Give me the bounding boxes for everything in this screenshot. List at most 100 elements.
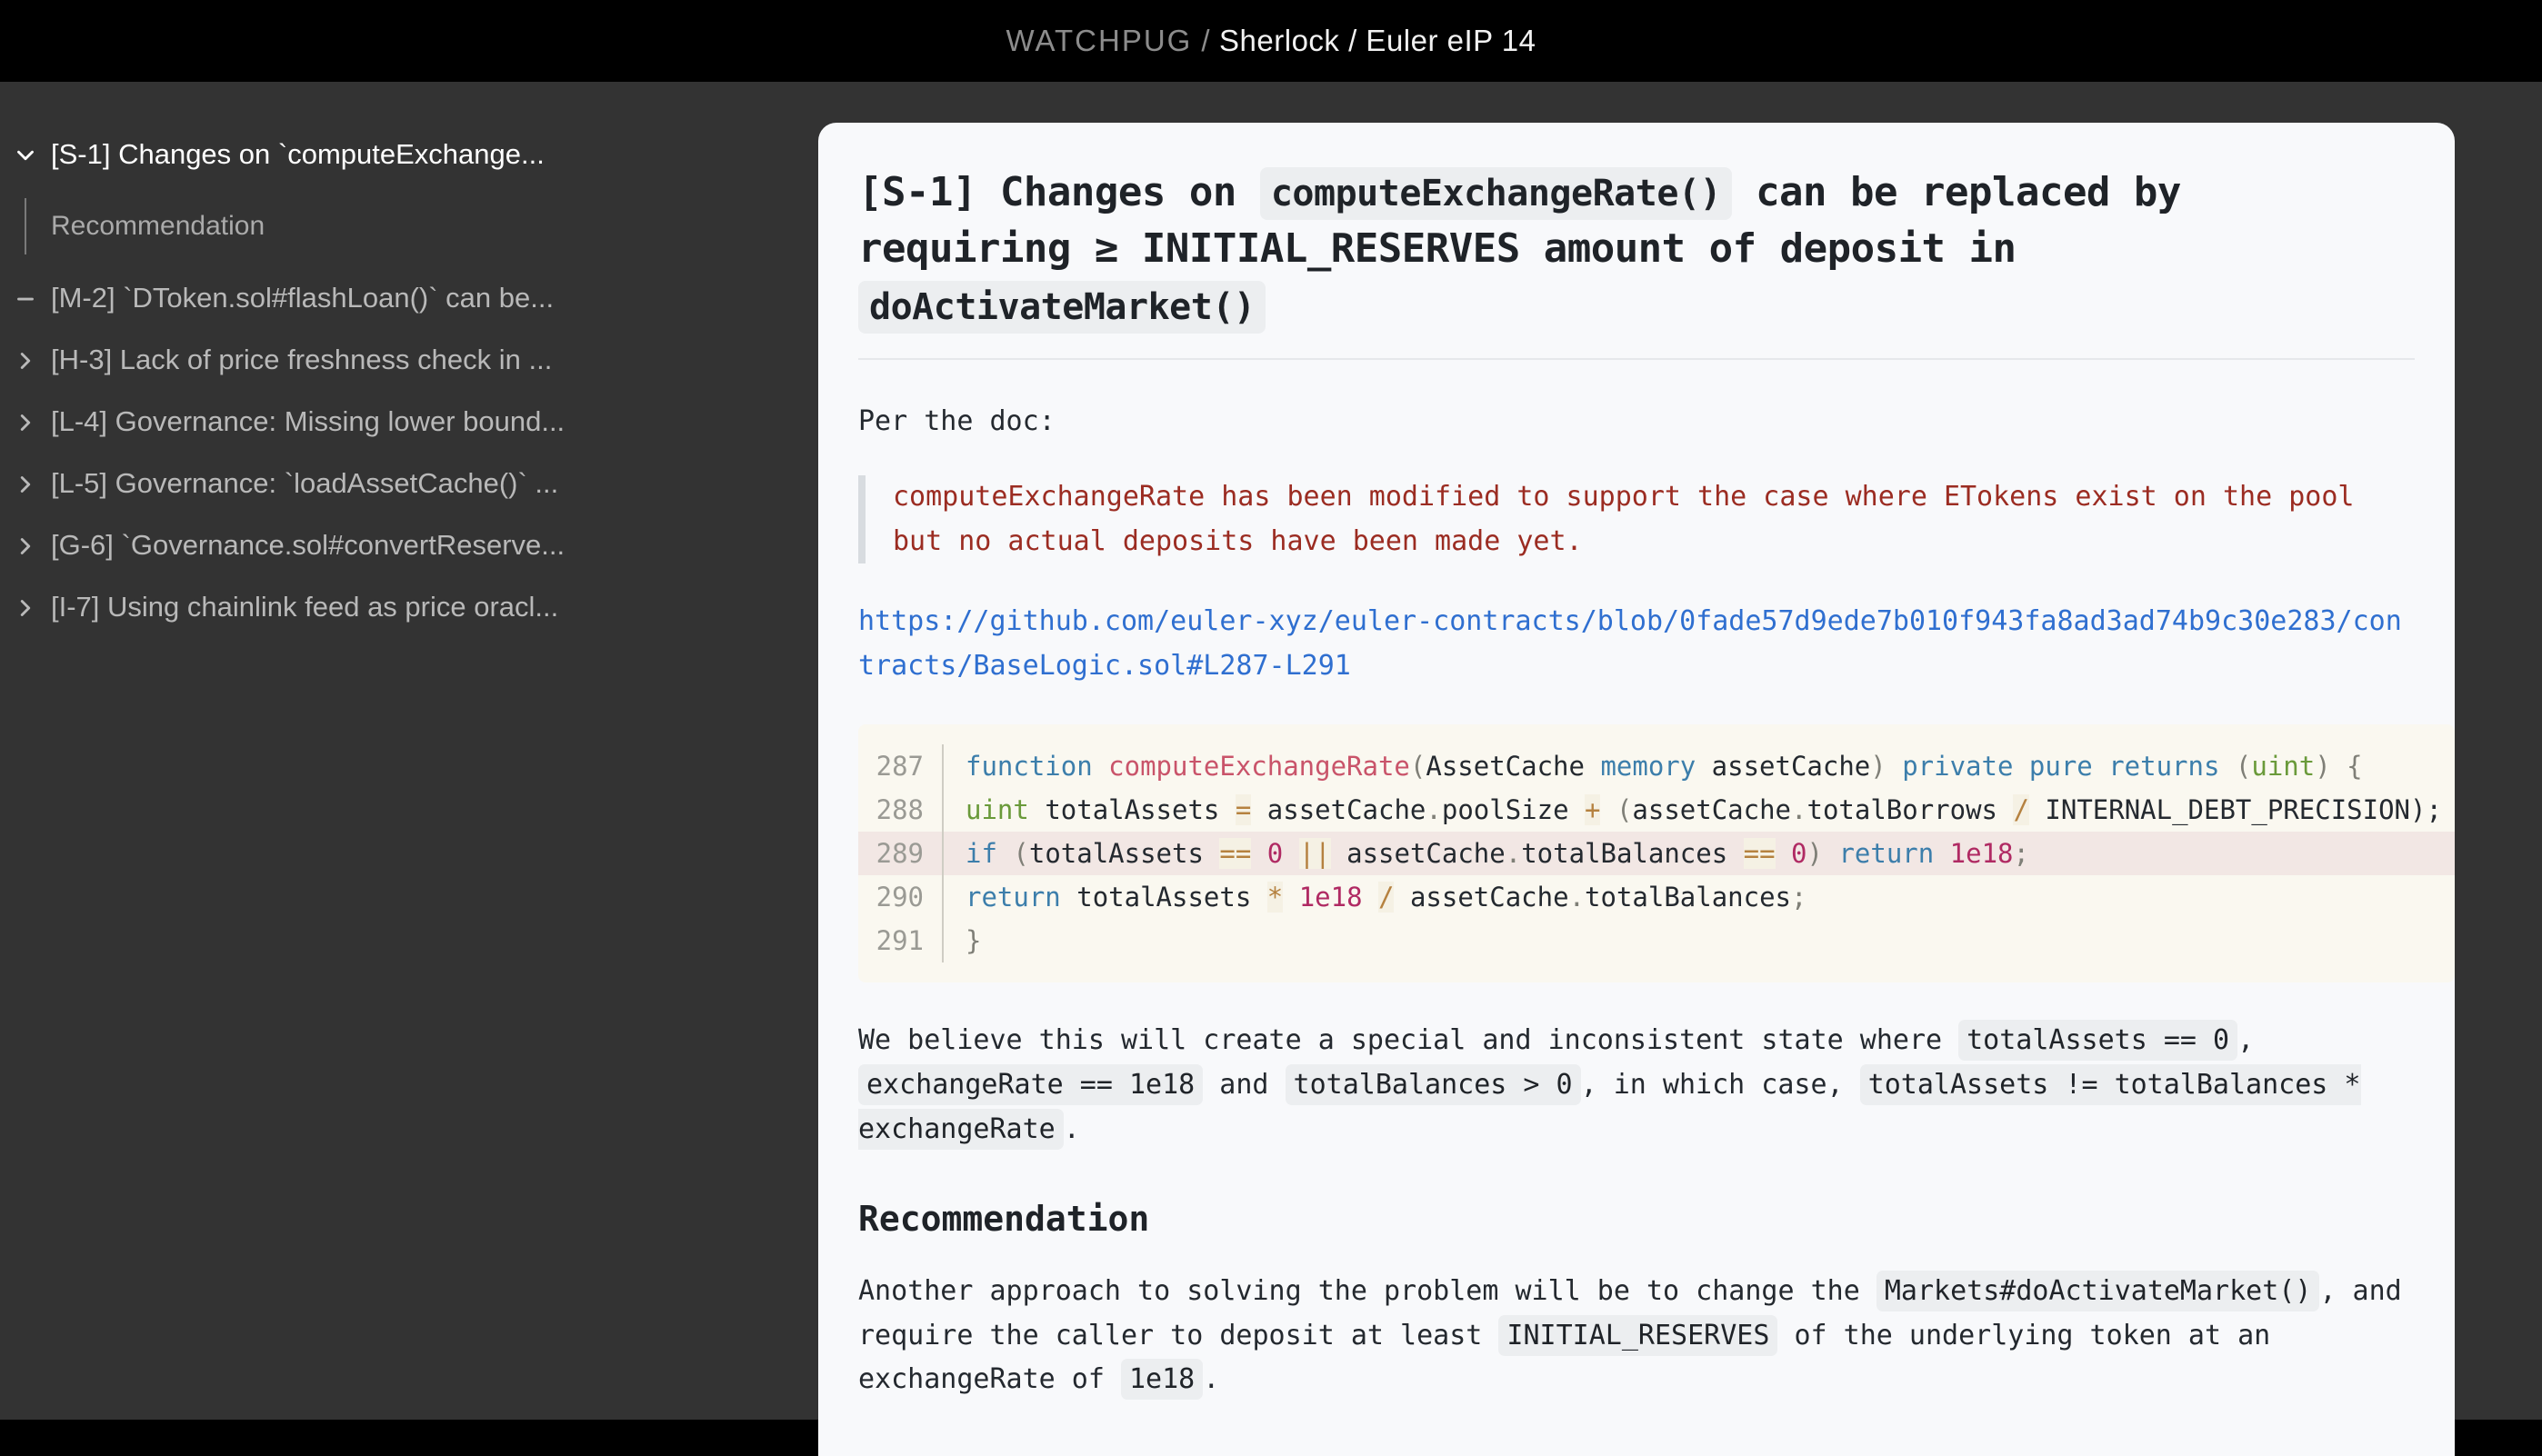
chevron-down-icon[interactable] (0, 138, 51, 169)
code-token-punc: ) (1870, 751, 1886, 783)
rec-text-4: . (1203, 1363, 1220, 1396)
code-token-op: = (1235, 794, 1252, 826)
code-line-source: function computeExchangeRate(AssetCache … (966, 744, 2363, 788)
code-line: 290 return totalAssets * 1e18 / assetCac… (858, 875, 2455, 920)
code-token-id: INTERNAL_DEBT_PRECISION); (2045, 794, 2442, 826)
code-token-id (2093, 751, 2108, 782)
title-part-1: [S-1] Changes on (858, 169, 1260, 215)
code-token-kw: pure (2028, 751, 2093, 783)
code-token-prop: totalBorrows (1806, 794, 1998, 826)
code-token-id (2219, 751, 2235, 782)
code-line-number: 288 (876, 794, 924, 826)
chevron-right-icon[interactable] (0, 591, 51, 622)
code-token-fn: computeExchangeRate (1108, 751, 1410, 783)
code-token-punc: } (966, 925, 982, 957)
code-token-id (1204, 838, 1219, 869)
code-token-id (1997, 794, 2013, 825)
code-token-num: 0 (1791, 838, 1807, 870)
code-token-num: 1e18 (1298, 882, 1363, 913)
code-block[interactable]: 287 function computeExchangeRate(AssetCac… (858, 724, 2455, 983)
code-line: 291} (858, 919, 2455, 963)
code-token-op: * (1266, 882, 1284, 913)
code-token-id (1886, 751, 1902, 782)
code-token-kw: function (966, 751, 1093, 783)
subitem-rail (0, 197, 51, 254)
code-token-op: || (1298, 838, 1331, 870)
sidebar-subitem-recommendation[interactable]: Recommendation (0, 185, 818, 267)
code-token-id (1727, 838, 1743, 869)
title-inline-code-1: computeExchangeRate() (1259, 167, 1733, 220)
title-inline-code-2: doActivateMarket() (858, 280, 1266, 334)
code-token-id (1331, 838, 1346, 869)
intro-paragraph: Per the doc: (858, 405, 1056, 438)
code-token-op: / (1378, 882, 1395, 913)
source-link[interactable]: https://github.com/euler-xyz/euler-contr… (858, 600, 2415, 688)
code-line-number: 289 (876, 838, 924, 870)
code-token-id (1585, 751, 1600, 782)
chevron-right-icon[interactable] (0, 344, 51, 374)
code-token-punc: ( (1409, 751, 1426, 783)
code-line-source: uint totalAssets = assetCache.poolSize +… (966, 788, 2442, 832)
code-token-id (1823, 838, 1838, 869)
code-token-id (1251, 882, 1266, 912)
breadcrumb-separator: / (1201, 24, 1211, 57)
code-token-id: assetCache (1711, 751, 1871, 783)
code-token-punc: ) (1806, 838, 1823, 870)
code-token-id: AssetCache (1426, 751, 1585, 783)
sidebar: [S-1] Changes on `computeExchange... Rec… (0, 82, 818, 1420)
sidebar-item-label: [M-2] `DToken.sol#flashLoan()` can be... (51, 281, 555, 314)
code-token-prop: poolSize (1441, 794, 1569, 826)
code-gutter-rule (942, 875, 944, 920)
analysis-text-1: We believe this will create a special an… (858, 1024, 1959, 1057)
code-token-punc: . (1791, 794, 1807, 826)
code-line: 288 uint totalAssets = assetCache.poolSi… (858, 788, 2455, 833)
code-token-punc: ) (2315, 751, 2331, 783)
rec-code-3: 1e18 (1120, 1359, 1204, 1401)
sidebar-subitem-label: Recommendation (51, 210, 265, 241)
minus-icon[interactable] (0, 282, 51, 313)
code-token-id (1283, 838, 1298, 869)
title-divider (858, 358, 2415, 361)
doc-blockquote: computeExchangeRate has been modified to… (858, 475, 2415, 564)
sidebar-item-label: [I-7] Using chainlink feed as price orac… (51, 590, 559, 623)
sidebar-item-l5[interactable]: [L-5] Governance: `loadAssetCache()` ... (0, 453, 818, 514)
code-token-kw: private (1902, 751, 2014, 783)
code-token-id (1934, 838, 1949, 869)
code-token-num: 0 (1266, 838, 1284, 870)
code-line: 289 if (totalAssets == 0 || assetCache.t… (858, 832, 2455, 876)
sidebar-item-i7[interactable]: [I-7] Using chainlink feed as price orac… (0, 576, 818, 638)
breadcrumb-org[interactable]: WATCHPUG (1006, 24, 1193, 57)
code-token-id (1251, 794, 1266, 825)
sidebar-item-label: [G-6] `Governance.sol#convertReserve... (51, 528, 565, 561)
code-gutter-rule (942, 788, 944, 833)
chevron-right-icon[interactable] (0, 467, 51, 498)
breadcrumb-path[interactable]: Sherlock / Euler eIP 14 (1219, 24, 1536, 57)
code-token-num: 1e18 (1949, 838, 2014, 870)
rec-text-1: Another approach to solving the problem … (858, 1275, 1876, 1308)
code-token-punc: . (1505, 838, 1522, 870)
sidebar-item-label: [S-1] Changes on `computeExchange... (51, 138, 545, 170)
code-token-prop: totalBalances (1585, 882, 1792, 913)
chevron-right-icon[interactable] (0, 529, 51, 560)
sidebar-item-l4[interactable]: [L-4] Governance: Missing lower bound... (0, 391, 818, 453)
top-bar: WATCHPUG / Sherlock / Euler eIP 14 (0, 0, 2542, 82)
page-title: [S-1] Changes on computeExchangeRate() c… (858, 165, 2415, 334)
code-token-id (1363, 882, 1378, 912)
content-inner: [S-1] Changes on computeExchangeRate() c… (818, 165, 2455, 1402)
code-line-number: 291 (876, 925, 924, 957)
code-token-id (1251, 838, 1266, 869)
sidebar-item-m2[interactable]: [M-2] `DToken.sol#flashLoan()` can be... (0, 267, 818, 329)
sidebar-item-h3[interactable]: [H-3] Lack of price freshness check in .… (0, 329, 818, 391)
chevron-right-icon[interactable] (0, 405, 51, 436)
analysis-paragraph: We believe this will create a special an… (858, 1019, 2415, 1152)
code-token-op: == (1743, 838, 1776, 870)
code-line-source: return totalAssets * 1e18 / assetCache.t… (966, 875, 1806, 919)
code-token-punc: . (1426, 794, 1442, 826)
sidebar-item-s1[interactable]: [S-1] Changes on `computeExchange... (0, 124, 818, 185)
code-lines: 287 function computeExchangeRate(AssetCac… (858, 744, 2455, 963)
code-line: 287 function computeExchangeRate(AssetCac… (858, 744, 2455, 789)
code-token-op: / (2013, 794, 2029, 826)
code-gutter-rule (942, 832, 944, 876)
sidebar-item-g6[interactable]: [G-6] `Governance.sol#convertReserve... (0, 514, 818, 576)
code-token-kw: memory (1600, 751, 1696, 783)
